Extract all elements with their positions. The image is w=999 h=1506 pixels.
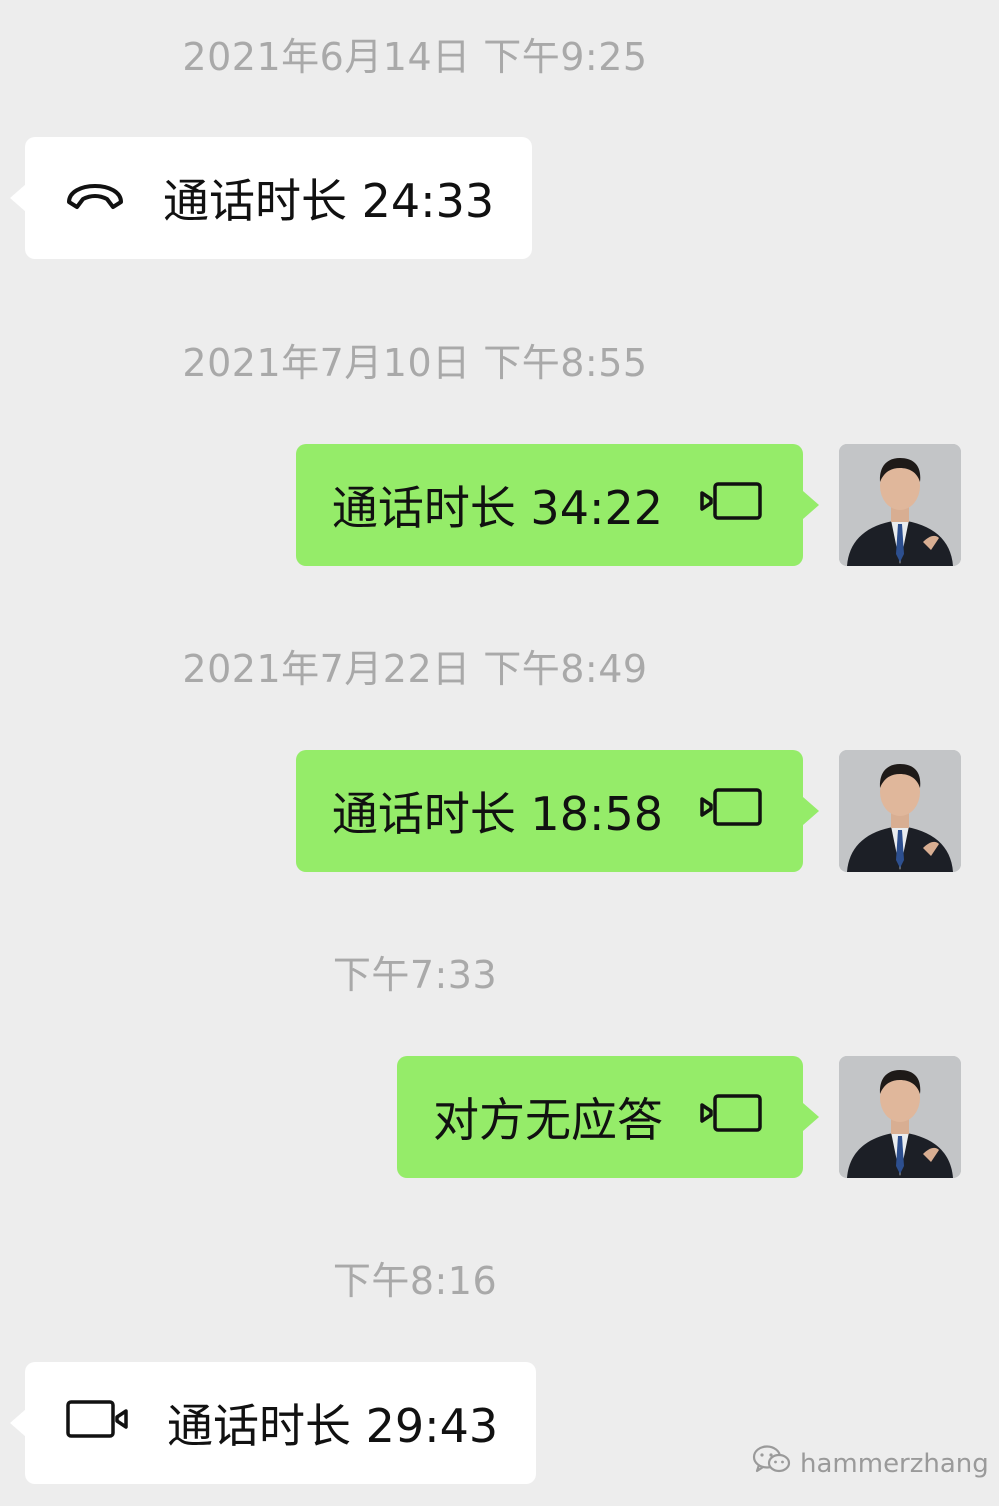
watermark: hammerzhang	[752, 1444, 989, 1483]
timestamp: 下午7:33	[332, 953, 498, 997]
watermark-text: hammerzhang	[800, 1448, 989, 1479]
timestamp: 2021年7月10日 下午8:55	[182, 341, 648, 385]
call-message-outgoing[interactable]: 对方无应答	[397, 1056, 819, 1178]
call-duration-label: 通话时长 29:43	[167, 1399, 499, 1453]
call-message-incoming[interactable]: 通话时长 29:43	[9, 1362, 537, 1484]
video-call-icon	[699, 478, 763, 532]
video-call-icon	[65, 1396, 129, 1450]
wechat-icon	[752, 1444, 792, 1483]
call-duration-label: 通话时长 34:22	[331, 481, 663, 535]
timestamp: 下午8:16	[332, 1259, 498, 1303]
avatar[interactable]	[839, 444, 961, 566]
timestamp: 2021年6月14日 下午9:25	[182, 35, 648, 79]
call-duration-label: 通话时长 24:33	[163, 174, 495, 228]
avatar[interactable]	[839, 750, 961, 872]
call-message-outgoing[interactable]: 通话时长 34:22	[295, 444, 820, 566]
call-status-label: 对方无应答	[433, 1093, 663, 1147]
avatar[interactable]	[839, 1056, 961, 1178]
call-message-outgoing[interactable]: 通话时长 18:58	[295, 750, 820, 872]
timestamp: 2021年7月22日 下午8:49	[182, 647, 648, 691]
phone-hangup-icon	[65, 171, 125, 225]
video-call-icon	[699, 784, 763, 838]
call-duration-label: 通话时长 18:58	[331, 787, 663, 841]
chat-area: 2021年6月14日 下午9:25 通话时长 24:33 2021年7月10日 …	[0, 0, 999, 1506]
video-call-icon	[699, 1090, 763, 1144]
call-message-incoming[interactable]: 通话时长 24:33	[9, 137, 533, 259]
